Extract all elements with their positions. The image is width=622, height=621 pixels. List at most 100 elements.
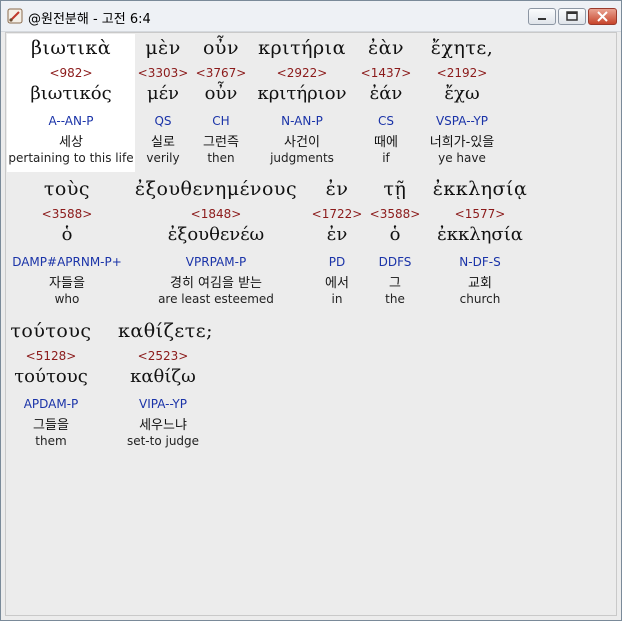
- english-gloss: ye have: [438, 151, 486, 165]
- parsing-code: DDFS: [378, 255, 412, 269]
- lemma: ἐν: [326, 224, 348, 245]
- parsing-code: PD: [328, 255, 346, 269]
- korean-gloss: 세우느냐: [139, 418, 187, 433]
- strong-number[interactable]: <982>: [7, 66, 135, 80]
- strong-number[interactable]: <2523>: [118, 349, 208, 363]
- english-gloss: them: [35, 434, 67, 448]
- interlinear-panel: βιωτικὰ <982> βιωτικός A--AN-P 세상 pertai…: [5, 32, 617, 616]
- greek-word: κριτήρια: [258, 37, 346, 59]
- strong-number[interactable]: <5128>: [7, 349, 95, 363]
- parsing-code: VIPA--YP: [139, 397, 187, 411]
- strong-number[interactable]: <3588>: [368, 207, 422, 221]
- parsing-code: CS: [378, 114, 394, 128]
- lemma: ἐξουθενέω: [167, 224, 265, 245]
- strong-number[interactable]: <3303>: [136, 66, 190, 80]
- interlinear-word[interactable]: τούτους <5128> τούτους APDAM-P 그들을 them: [7, 317, 95, 455]
- parsing-code: VPRPAM-P: [185, 255, 247, 269]
- greek-word: τοὺς: [43, 178, 91, 200]
- greek-word: ἔχητε,: [430, 37, 494, 59]
- english-gloss: the: [385, 292, 405, 306]
- lemma: τούτους: [14, 366, 88, 387]
- korean-gloss: 그: [389, 276, 401, 291]
- korean-gloss: 너희가-있을: [429, 135, 495, 150]
- interlinear-word[interactable]: ἐν <1722> ἐν PD 에서 in: [310, 175, 364, 313]
- parsing-code: N-AN-P: [281, 114, 323, 128]
- parsing-code: QS: [154, 114, 172, 128]
- interlinear-word[interactable]: κριτήρια <2922> κριτήριον N-AN-P 사건이 jud…: [252, 34, 352, 172]
- korean-gloss: 세상: [59, 135, 83, 150]
- greek-word: καθίζετε;: [118, 320, 213, 342]
- maximize-icon: [566, 11, 578, 21]
- interlinear-word[interactable]: βιωτικὰ <982> βιωτικός A--AN-P 세상 pertai…: [7, 34, 135, 172]
- korean-gloss: 때에: [374, 135, 398, 150]
- interlinear-word[interactable]: τοὺς <3588> ὁ DAMP#APRNM-P+ 자들을 who: [7, 175, 127, 313]
- lemma: ἐκκλησία: [437, 224, 523, 245]
- parsing-code: DAMP#APRNM-P+: [12, 255, 122, 269]
- english-gloss: set-to judge: [126, 434, 200, 448]
- lemma: μέν: [147, 83, 179, 104]
- greek-word: οὖν: [202, 37, 240, 59]
- english-gloss: then: [207, 151, 235, 165]
- english-gloss: if: [382, 151, 390, 165]
- korean-gloss: 실로: [151, 135, 175, 150]
- strong-number[interactable]: <1577>: [426, 207, 534, 221]
- parsing-code: N-DF-S: [459, 255, 501, 269]
- title-bar[interactable]: @원전분해 - 고전 6:4: [1, 1, 621, 32]
- korean-gloss: 그들을: [33, 418, 69, 433]
- scroll-icon[interactable]: [7, 8, 23, 24]
- parsing-code: A--AN-P: [48, 114, 94, 128]
- lemma: καθίζω: [130, 366, 196, 387]
- minimize-icon: [538, 18, 546, 20]
- greek-word: ἐξουθενημένους: [134, 178, 298, 200]
- greek-word: τούτους: [10, 320, 92, 342]
- greek-word: ἐκκλησίᾳ: [432, 178, 528, 200]
- interlinear-word[interactable]: ἐὰν <1437> ἐάν CS 때에 if: [356, 34, 416, 172]
- lemma: ὁ: [61, 224, 73, 245]
- english-gloss: verily: [146, 151, 180, 165]
- english-gloss: are least esteemed: [158, 292, 274, 306]
- lemma: ἐάν: [369, 83, 403, 104]
- strong-number[interactable]: <3767>: [194, 66, 248, 80]
- english-gloss: who: [54, 292, 80, 306]
- greek-word: ἐὰν: [367, 37, 405, 59]
- maximize-button[interactable]: [558, 8, 586, 25]
- lemma: κριτήριον: [257, 83, 347, 104]
- interlinear-word[interactable]: τῇ <3588> ὁ DDFS 그 the: [368, 175, 422, 313]
- english-gloss: in: [331, 292, 343, 306]
- interlinear-word[interactable]: ἐκκλησίᾳ <1577> ἐκκλησία N-DF-S 교회 churc…: [426, 175, 534, 313]
- greek-word: μὲν: [145, 37, 181, 59]
- greek-word: βιωτικὰ: [30, 37, 112, 59]
- interlinear-word[interactable]: καθίζετε; <2523> καθίζω VIPA--YP 세우느냐 se…: [118, 317, 213, 455]
- window-title: @원전분해 - 고전 6:4: [28, 12, 151, 27]
- english-gloss: judgments: [270, 151, 334, 165]
- parsing-code: VSPA--YP: [435, 114, 489, 128]
- strong-number[interactable]: <2922>: [252, 66, 352, 80]
- close-icon: [597, 11, 608, 22]
- strong-number[interactable]: <3588>: [7, 207, 127, 221]
- interlinear-word[interactable]: ἐξουθενημένους <1848> ἐξουθενέω VPRPAM-P…: [134, 175, 298, 313]
- korean-gloss: 에서: [325, 276, 349, 291]
- strong-number[interactable]: <1722>: [310, 207, 364, 221]
- interlinear-word[interactable]: ἔχητε, <2192> ἔχω VSPA--YP 너희가-있을 ye hav…: [418, 34, 506, 172]
- lemma: οὖν: [204, 83, 238, 104]
- parsing-code: APDAM-P: [23, 397, 79, 411]
- english-gloss: pertaining to this life: [8, 151, 134, 165]
- korean-gloss: 그런즉: [203, 135, 239, 150]
- strong-number[interactable]: <1437>: [356, 66, 416, 80]
- strong-number[interactable]: <1848>: [134, 207, 298, 221]
- lemma: ἔχω: [444, 83, 480, 104]
- english-gloss: church: [459, 292, 501, 306]
- app-window: @원전분해 - 고전 6:4 βιωτικὰ <982> βιωτικός A-…: [0, 0, 622, 621]
- close-button[interactable]: [588, 8, 617, 25]
- greek-word: ἐν: [325, 178, 349, 200]
- korean-gloss: 경히 여김을 받는: [170, 276, 262, 291]
- korean-gloss: 자들을: [49, 276, 85, 291]
- lemma: βιωτικός: [30, 83, 112, 104]
- interlinear-word[interactable]: μὲν <3303> μέν QS 실로 verily: [136, 34, 190, 172]
- strong-number[interactable]: <2192>: [418, 66, 506, 80]
- korean-gloss: 사건이: [284, 135, 320, 150]
- lemma: ὁ: [389, 224, 401, 245]
- interlinear-word[interactable]: οὖν <3767> οὖν CH 그런즉 then: [194, 34, 248, 172]
- korean-gloss: 교회: [468, 276, 492, 291]
- minimize-button[interactable]: [528, 8, 556, 25]
